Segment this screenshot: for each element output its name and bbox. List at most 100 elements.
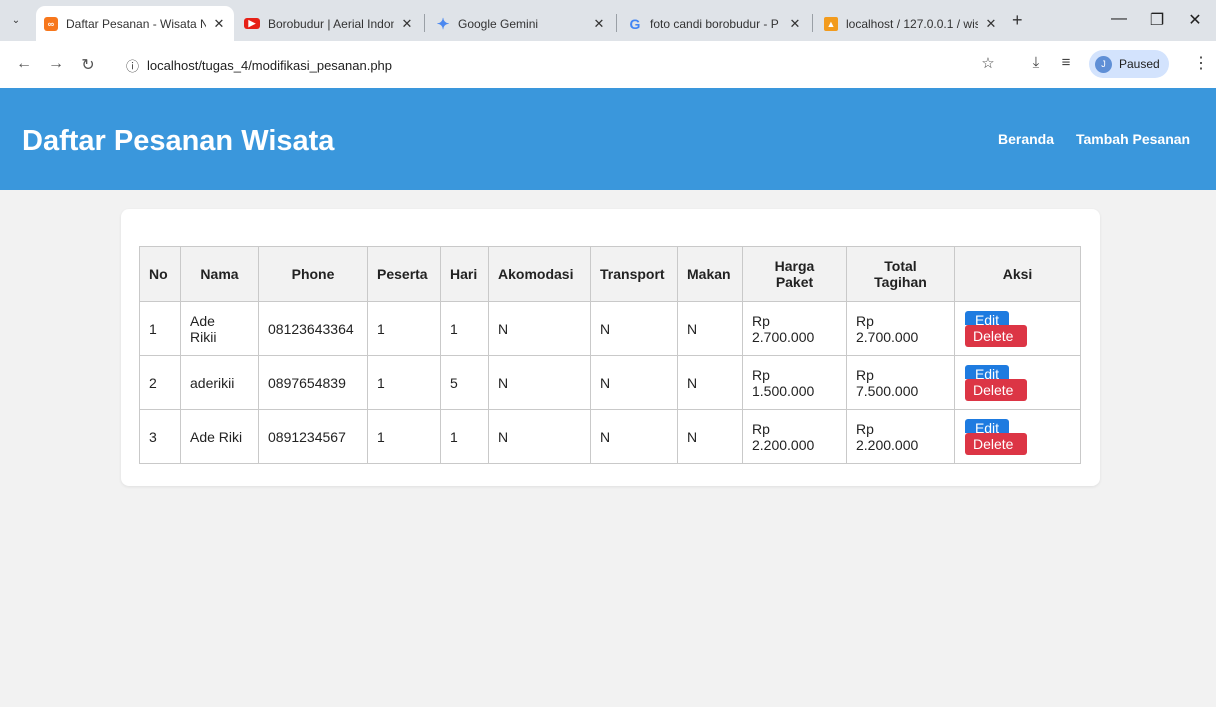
cell-transport: N (590, 355, 678, 410)
delete-button[interactable]: Delete (965, 324, 1027, 347)
cell-peserta: 1 (367, 301, 441, 356)
more-menu-icon[interactable]: ⋮ (1193, 53, 1209, 73)
cell-nama: aderikii (180, 355, 259, 410)
tab-borobudur-youtube[interactable]: ▶ Borobudur | Aerial Indone ✕ (236, 6, 422, 41)
cell-makan: N (677, 409, 743, 464)
url-text: localhost/tugas_4/modifikasi_pesanan.php (147, 57, 393, 73)
edit-button[interactable]: Edit (965, 418, 1009, 433)
tab-separator (424, 14, 425, 32)
cell-nama: Ade Rikii (180, 301, 259, 356)
browser-toolbar: ← → ↻ ⓘ localhost/tugas_4/modifikasi_pes… (0, 41, 1216, 88)
avatar: J (1095, 55, 1112, 73)
cell-akomodasi: N (488, 409, 591, 464)
close-icon[interactable]: ✕ (788, 16, 802, 32)
minimize-icon[interactable]: — (1104, 10, 1134, 28)
column-header-transport: Transport (590, 246, 678, 302)
column-header-hari: Hari (440, 246, 489, 302)
close-icon[interactable]: ✕ (984, 16, 998, 32)
table-header-row: No Nama Phone Peserta Hari Akomodasi Tra… (139, 246, 1081, 302)
cell-peserta: 1 (367, 409, 441, 464)
tab-title: Borobudur | Aerial Indone (268, 16, 394, 31)
tab-daftar-pesanan[interactable]: ∞ Daftar Pesanan - Wisata N ✕ (36, 6, 234, 41)
table-row: 3 Ade Riki 0891234567 1 1 N N N Rp 2.200… (139, 409, 1081, 464)
gemini-icon: ✦ (436, 15, 450, 33)
column-header-akomodasi: Akomodasi (488, 246, 591, 302)
download-icon[interactable]: ⤓ (1026, 54, 1046, 71)
site-info-icon[interactable]: ⓘ (126, 56, 139, 75)
column-header-nama: Nama (180, 246, 259, 302)
close-icon[interactable]: ✕ (592, 16, 606, 32)
tab-title: Daftar Pesanan - Wisata N (66, 16, 206, 31)
cell-no: 2 (139, 355, 181, 410)
cell-akomodasi: N (488, 355, 591, 410)
cell-akomodasi: N (488, 301, 591, 356)
cell-peserta: 1 (367, 355, 441, 410)
cell-no: 3 (139, 409, 181, 464)
tab-title: Google Gemini (458, 16, 539, 31)
tab-search-chevron-icon[interactable]: ⌄ (7, 12, 25, 30)
google-icon: G (629, 15, 641, 32)
restore-icon[interactable]: ❐ (1142, 10, 1172, 30)
cell-harga-paket: Rp 1.500.000 (742, 355, 847, 410)
table-row: 1 Ade Rikii 08123643364 1 1 N N N Rp 2.7… (139, 301, 1081, 356)
cell-hari: 1 (440, 409, 489, 464)
column-header-makan: Makan (677, 246, 743, 302)
cell-phone: 0891234567 (258, 409, 368, 464)
tab-separator (616, 14, 617, 32)
cell-aksi: Edit Delete (954, 301, 1081, 356)
cell-hari: 5 (440, 355, 489, 410)
edit-button[interactable]: Edit (965, 364, 1009, 379)
youtube-icon: ▶ (244, 18, 260, 29)
cell-transport: N (590, 301, 678, 356)
reload-icon[interactable]: ↻ (78, 55, 98, 75)
tab-separator (812, 14, 813, 32)
cell-aksi: Edit Delete (954, 409, 1081, 464)
column-header-no: No (139, 246, 181, 302)
new-tab-plus-icon[interactable]: + (1012, 10, 1023, 31)
cell-phone: 0897654839 (258, 355, 368, 410)
tab-foto-candi[interactable]: G foto candi borobudur - P ✕ (620, 6, 810, 41)
page-title: Daftar Pesanan Wisata (22, 125, 335, 157)
edit-button[interactable]: Edit (965, 310, 1009, 325)
tab-title: localhost / 127.0.0.1 / wis (846, 16, 978, 31)
tab-phpmyadmin[interactable]: ▲ localhost / 127.0.0.1 / wis ✕ (816, 6, 1006, 41)
bookmark-star-icon[interactable]: ☆ (978, 54, 998, 72)
close-icon[interactable]: ✕ (400, 16, 414, 32)
cell-total-tagihan: Rp 2.700.000 (846, 301, 955, 356)
orders-card: No Nama Phone Peserta Hari Akomodasi Tra… (121, 209, 1100, 486)
cell-makan: N (677, 355, 743, 410)
cell-transport: N (590, 409, 678, 464)
tab-title: foto candi borobudur - P (650, 16, 779, 31)
delete-button[interactable]: Delete (965, 378, 1027, 401)
nav-link-beranda[interactable]: Beranda (998, 131, 1054, 147)
cell-total-tagihan: Rp 7.500.000 (846, 355, 955, 410)
column-header-phone: Phone (258, 246, 368, 302)
nav-link-tambah-pesanan[interactable]: Tambah Pesanan (1076, 131, 1190, 147)
cell-harga-paket: Rp 2.700.000 (742, 301, 847, 356)
profile-button[interactable]: J Paused (1089, 50, 1169, 78)
table-row: 2 aderikii 0897654839 1 5 N N N Rp 1.500… (139, 355, 1081, 410)
browser-tab-strip: ⌄ ∞ Daftar Pesanan - Wisata N ✕ ▶ Borobu… (0, 0, 1216, 41)
close-icon[interactable]: ✕ (212, 16, 226, 32)
orders-table: No Nama Phone Peserta Hari Akomodasi Tra… (139, 246, 1081, 464)
address-bar[interactable]: ⓘ localhost/tugas_4/modifikasi_pesanan.p… (126, 51, 392, 79)
cell-aksi: Edit Delete (954, 355, 1081, 410)
cell-nama: Ade Riki (180, 409, 259, 464)
window-close-icon[interactable]: ✕ (1180, 10, 1210, 30)
xampp-icon: ∞ (44, 16, 58, 31)
media-queue-icon[interactable]: ≡ (1056, 54, 1076, 71)
delete-button[interactable]: Delete (965, 432, 1027, 455)
forward-arrow-icon[interactable]: → (46, 55, 66, 73)
phpmyadmin-icon: ▲ (824, 16, 838, 31)
cell-hari: 1 (440, 301, 489, 356)
back-arrow-icon[interactable]: ← (14, 55, 34, 73)
column-header-total-tagihan: Total Tagihan (846, 246, 955, 302)
cell-makan: N (677, 301, 743, 356)
cell-phone: 08123643364 (258, 301, 368, 356)
profile-status: Paused (1119, 57, 1160, 71)
tab-google-gemini[interactable]: ✦ Google Gemini ✕ (428, 6, 614, 41)
cell-no: 1 (139, 301, 181, 356)
cell-total-tagihan: Rp 2.200.000 (846, 409, 955, 464)
column-header-aksi: Aksi (954, 246, 1081, 302)
column-header-peserta: Peserta (367, 246, 441, 302)
